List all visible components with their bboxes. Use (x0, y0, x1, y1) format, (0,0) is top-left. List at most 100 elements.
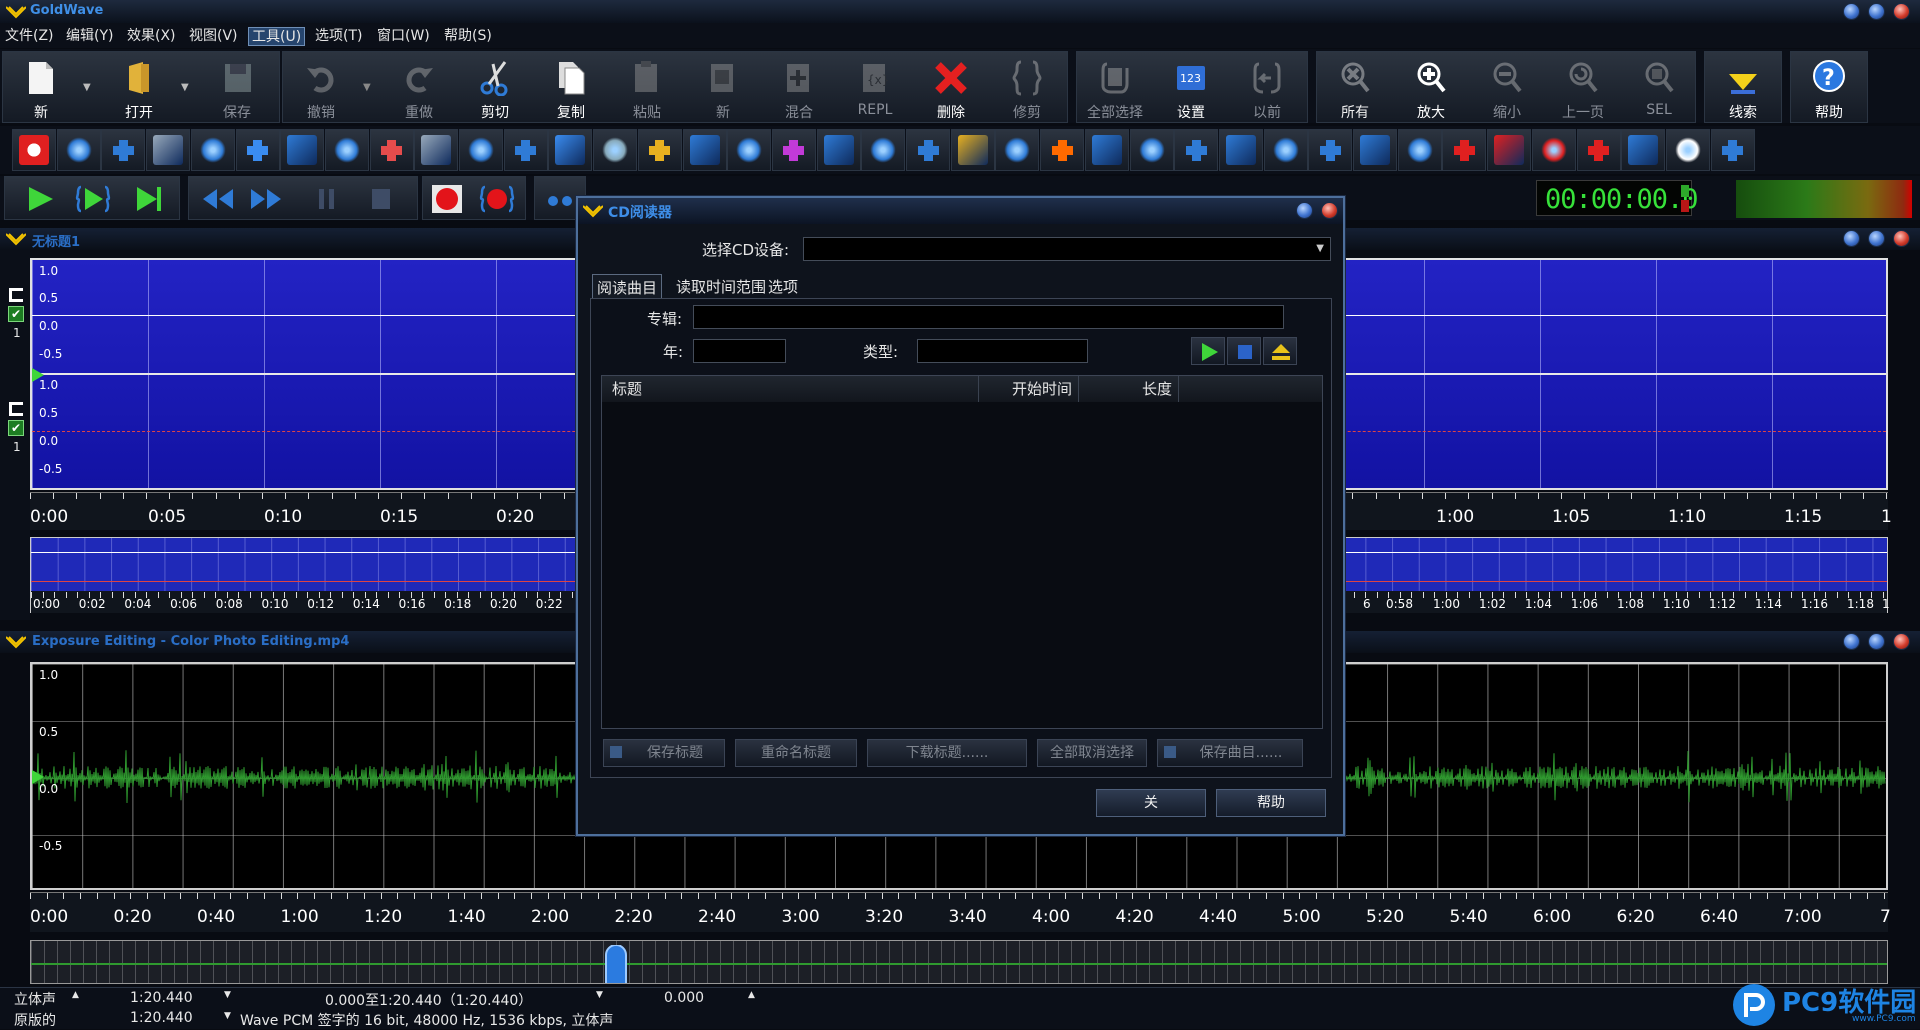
dialog-help-button[interactable]: 帮助 (1216, 789, 1326, 817)
menu-view[interactable]: 视图(V) (186, 27, 241, 46)
invert-button[interactable] (593, 129, 638, 171)
balance-button[interactable] (1084, 129, 1129, 171)
cd-eject-button[interactable] (1263, 337, 1297, 365)
play-selection-icon[interactable] (75, 185, 111, 213)
device-controls-icon[interactable] (543, 185, 579, 213)
zoom-in-button[interactable]: 放大 (1393, 52, 1469, 124)
paste-button[interactable]: 粘贴 (609, 52, 685, 124)
fade-button[interactable] (280, 129, 325, 171)
echo-button[interactable] (190, 129, 235, 171)
start-marker-icon[interactable] (32, 770, 46, 784)
mechanize-button[interactable] (503, 129, 548, 171)
marker-button[interactable] (1397, 129, 1442, 171)
previous-button[interactable]: 以前 (1229, 52, 1305, 124)
col-title[interactable]: 标题 (602, 376, 979, 402)
offset-button[interactable] (548, 129, 593, 171)
loop-button[interactable] (1576, 129, 1621, 171)
stereo-button[interactable] (816, 129, 861, 171)
resample-button[interactable] (727, 129, 772, 171)
zoom-all-button[interactable]: 所有 (1317, 52, 1393, 124)
cd-stop-button[interactable] (1227, 337, 1261, 365)
dynamics-button[interactable] (146, 129, 191, 171)
new-button[interactable]: 新 (3, 52, 79, 124)
fade-in-button[interactable] (1129, 129, 1174, 171)
paste-new-button[interactable]: 新 (685, 52, 761, 124)
reverse-button[interactable] (459, 129, 503, 171)
delete-button[interactable]: 删除 (913, 52, 989, 124)
menu-help[interactable]: 帮助(S) (441, 27, 495, 46)
zoom-selection-button[interactable]: SEL (1621, 52, 1697, 124)
panel2-maximize-button[interactable] (1868, 633, 1885, 650)
voice-button[interactable] (1487, 129, 1532, 171)
album-input[interactable] (693, 305, 1284, 329)
mix-button[interactable]: 混合 (761, 52, 837, 124)
diamond-button[interactable] (1531, 129, 1576, 171)
copy-button[interactable]: 复制 (533, 52, 609, 124)
start-marker-icon[interactable] (32, 368, 46, 382)
year-input[interactable] (693, 339, 786, 363)
pop-click-button[interactable] (950, 129, 995, 171)
fast-forward-icon[interactable] (249, 185, 285, 213)
spectrum-button[interactable] (771, 129, 816, 171)
redo-button[interactable]: 重做 (381, 52, 457, 124)
play-to-end-icon[interactable] (129, 185, 165, 213)
channel-swap-button[interactable] (1263, 129, 1308, 171)
cd-device-select[interactable]: ▼ (803, 237, 1331, 261)
maximize-button[interactable] (1868, 3, 1885, 20)
undo-dropdown-icon[interactable]: ▼ (363, 82, 371, 93)
play-icon[interactable] (21, 185, 57, 213)
zoom-out-button[interactable]: 缩小 (1469, 52, 1545, 124)
pitch-button[interactable] (414, 129, 459, 171)
length-dropdown-icon[interactable]: ▼ (224, 990, 231, 1000)
col-start-time[interactable]: 开始时间 (979, 376, 1079, 402)
clip-button[interactable] (995, 129, 1040, 171)
time-warp-button[interactable] (861, 129, 906, 171)
open-button[interactable]: 打开 (101, 52, 177, 124)
menu-edit[interactable]: 编辑(Y) (63, 27, 116, 46)
channel-right-checkbox[interactable]: ✔ (8, 420, 24, 436)
left-trim-button[interactable] (1308, 129, 1353, 171)
dialog-minimize-button[interactable] (1296, 202, 1313, 219)
dialog-close-button[interactable] (1321, 202, 1338, 219)
trim-button[interactable]: 修剪 (989, 52, 1065, 124)
pan-button[interactable] (637, 129, 682, 171)
flanger-button[interactable] (369, 129, 414, 171)
channel-left-marker[interactable] (9, 288, 23, 302)
doppler-button[interactable] (101, 129, 146, 171)
fade-out-button[interactable] (1174, 129, 1219, 171)
channel-up-icon[interactable]: ▲ (72, 990, 79, 1000)
menu-options[interactable]: 选项(T) (312, 27, 365, 46)
colour-bars-button[interactable] (1040, 129, 1085, 171)
tab-read-tracks[interactable]: 阅读曲目 (592, 274, 663, 298)
volume-button[interactable] (56, 129, 101, 171)
filter-button[interactable] (324, 129, 369, 171)
panel2-overview[interactable] (30, 940, 1888, 984)
rewind-icon[interactable] (199, 185, 235, 213)
record-icon[interactable] (429, 185, 465, 213)
panel1-maximize-button[interactable] (1868, 230, 1885, 247)
help-button[interactable]: ? 帮助 (1791, 52, 1867, 124)
panel1-minimize-button[interactable] (1843, 230, 1860, 247)
close-button[interactable] (1893, 3, 1910, 20)
open-dropdown-icon[interactable]: ▼ (181, 82, 189, 93)
cue-button[interactable] (1442, 129, 1487, 171)
prev-page-button[interactable]: 上一页 (1545, 52, 1621, 124)
menu-tools[interactable]: 工具(U) (248, 27, 306, 46)
menu-effects[interactable]: 效果(X) (124, 27, 179, 46)
undo-button[interactable]: 撤销 (283, 52, 359, 124)
original-dropdown-icon[interactable]: ▼ (224, 1011, 231, 1021)
playback-rate-button[interactable] (682, 129, 727, 171)
noise-reduction-button[interactable] (906, 129, 950, 171)
panel2-close-button[interactable] (1893, 633, 1910, 650)
select-all-button[interactable]: 全部选择 (1077, 52, 1153, 124)
channel-left-checkbox[interactable]: ✔ (8, 306, 24, 322)
track-list[interactable]: 标题 开始时间 长度 (601, 375, 1323, 729)
record-selection-icon[interactable] (479, 185, 515, 213)
panel1-close-button[interactable] (1893, 230, 1910, 247)
download-titles-button[interactable]: 下载标题...... (867, 739, 1027, 767)
tab-options[interactable]: 选项 (764, 274, 802, 298)
position-up-icon[interactable]: ▲ (748, 990, 755, 1000)
split-button[interactable] (1621, 129, 1666, 171)
selection-dropdown-icon[interactable]: ▼ (596, 990, 603, 1000)
playlist-button[interactable] (1710, 129, 1755, 171)
